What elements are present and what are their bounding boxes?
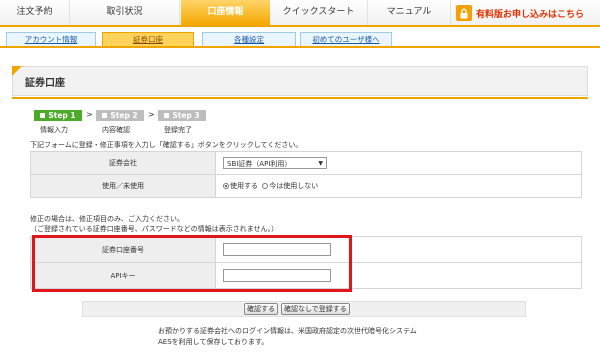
tab-securities[interactable]: 証券口座 — [102, 32, 194, 46]
note-line-1: 修正の場合は、修正項目のみ、ご入力ください。 — [30, 215, 184, 223]
note-line-2: （ご登録されている証券口座番号、パスワードなどの情報は表示されません。） — [30, 225, 279, 233]
broker-label: 証券会社 — [30, 151, 216, 175]
tab-settings[interactable]: 各種設定 — [202, 32, 296, 46]
api-key-input[interactable] — [223, 269, 331, 282]
register-without-confirm-button[interactable]: 確認なしで登録する — [281, 303, 350, 315]
broker-cell: SBI証券（API利用） ▼ — [215, 151, 582, 175]
page-header: 証券口座 — [12, 66, 588, 96]
caret-down-icon: ▼ — [318, 160, 323, 167]
nav-manual[interactable]: マニュアル — [368, 0, 451, 25]
credentials-form-table: 証券口座番号 APIキー — [30, 236, 582, 289]
step-arrow-1: > — [86, 110, 93, 119]
api-key-label: APIキー — [30, 262, 216, 289]
step-2-badge: Step 2 — [96, 110, 144, 121]
broker-select[interactable]: SBI証券（API利用） ▼ — [223, 157, 327, 169]
account-number-cell — [215, 236, 582, 263]
step-2-label: 内容確認 — [102, 126, 130, 134]
nouse-option-label[interactable]: 今は使用しない — [269, 182, 318, 190]
account-number-input[interactable] — [223, 243, 331, 256]
footer-line-2: AESを利用して保存しております。 — [158, 338, 269, 346]
nav-trade-status[interactable]: 取引状況 — [70, 0, 180, 25]
tab-first-time[interactable]: 初めてのユーザ様へ — [300, 32, 392, 46]
page-title: 証券口座 — [25, 78, 65, 89]
top-nav: 注文予約 取引状況 口座情報 クイックスタート マニュアル 有料版お申し込みはこ… — [0, 0, 600, 27]
tab-account[interactable]: アカウント情報 — [6, 32, 96, 46]
use-option-label[interactable]: 使用する — [230, 182, 258, 190]
api-key-cell — [215, 262, 582, 289]
instructions-text: 下記フォームに登録・修正事項を入力し「確認する」ボタンをクリックしてください。 — [30, 141, 303, 149]
account-number-label: 証券口座番号 — [30, 236, 216, 263]
header-divider — [12, 97, 588, 99]
step-arrow-2: > — [148, 110, 155, 119]
step-square-icon — [164, 113, 170, 118]
broker-form-table: 証券会社 SBI証券（API利用） ▼ 使用／未使用 使用する 今は使用しない — [30, 151, 582, 198]
nouse-radio[interactable] — [262, 183, 269, 189]
step-3-badge: Step 3 — [158, 110, 206, 121]
usage-label: 使用／未使用 — [30, 174, 216, 198]
step-square-icon — [102, 113, 108, 118]
step-3-label: 登録完了 — [164, 126, 192, 134]
promo-link[interactable]: 有料版お申し込みはこちら — [456, 4, 584, 22]
nav-account-info[interactable]: 口座情報 — [181, 0, 270, 25]
usage-cell: 使用する 今は使用しない — [215, 174, 582, 198]
promo-text: 有料版お申し込みはこちら — [476, 9, 585, 20]
nav-quickstart[interactable]: クイックスタート — [270, 0, 368, 25]
use-radio[interactable] — [223, 183, 229, 189]
sub-tabs: アカウント情報 証券口座 各種設定 初めてのユーザ様へ — [0, 30, 600, 48]
step-square-icon — [40, 113, 46, 118]
confirm-button[interactable]: 確認する — [244, 303, 278, 315]
nav-order[interactable]: 注文予約 — [0, 0, 70, 25]
step-1-badge: Step 1 — [34, 110, 82, 121]
lock-icon — [456, 5, 472, 21]
step-1-label: 情報入力 — [40, 126, 68, 134]
footer-line-1: お預かりする証券会社へのログイン情報は、米国政府認定の次世代暗号化システム — [158, 327, 417, 335]
corner-mark-icon — [12, 66, 22, 76]
